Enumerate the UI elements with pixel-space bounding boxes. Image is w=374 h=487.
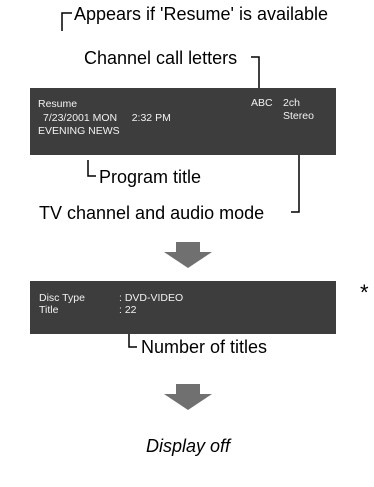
program-title-leader-line (87, 160, 96, 177)
tv-info-screen: Resume 7/23/2001 MON 2:32 PM EVENING NEW… (30, 88, 336, 155)
audio-mode-text: Stereo (283, 110, 314, 122)
down-arrow-icon (164, 384, 212, 410)
channel-text: 2ch (283, 97, 300, 109)
number-of-titles-callout: Number of titles (141, 337, 268, 357)
connector-lines (61, 12, 300, 410)
disc-type-value: : DVD-VIDEO (119, 292, 184, 304)
tv-channel-leader-line (291, 150, 300, 213)
resume-callout: Appears if 'Resume' is available (74, 4, 328, 24)
datetime-text: 7/23/2001 MON 2:32 PM (43, 112, 171, 124)
call-letters-leader-line (251, 56, 260, 88)
display-off-callout: Display off (146, 436, 231, 456)
resume-text: Resume (38, 98, 78, 110)
title-label: Title (39, 304, 59, 316)
station-text: ABC (251, 97, 273, 109)
resume-leader-line (61, 12, 72, 31)
program-title-callout: Program title (99, 167, 202, 187)
call-letters-callout: Channel call letters (84, 48, 238, 68)
down-arrow-icon (164, 242, 212, 268)
disc-info-screen: Disc Type : DVD-VIDEO Title : 22 (30, 281, 336, 334)
title-value: : 22 (119, 304, 137, 316)
asterisk-mark: * (360, 280, 369, 305)
program-title-text: EVENING NEWS (38, 125, 120, 137)
tv-channel-audio-callout: TV channel and audio mode (39, 203, 265, 223)
disc-type-label: Disc Type (39, 292, 85, 304)
